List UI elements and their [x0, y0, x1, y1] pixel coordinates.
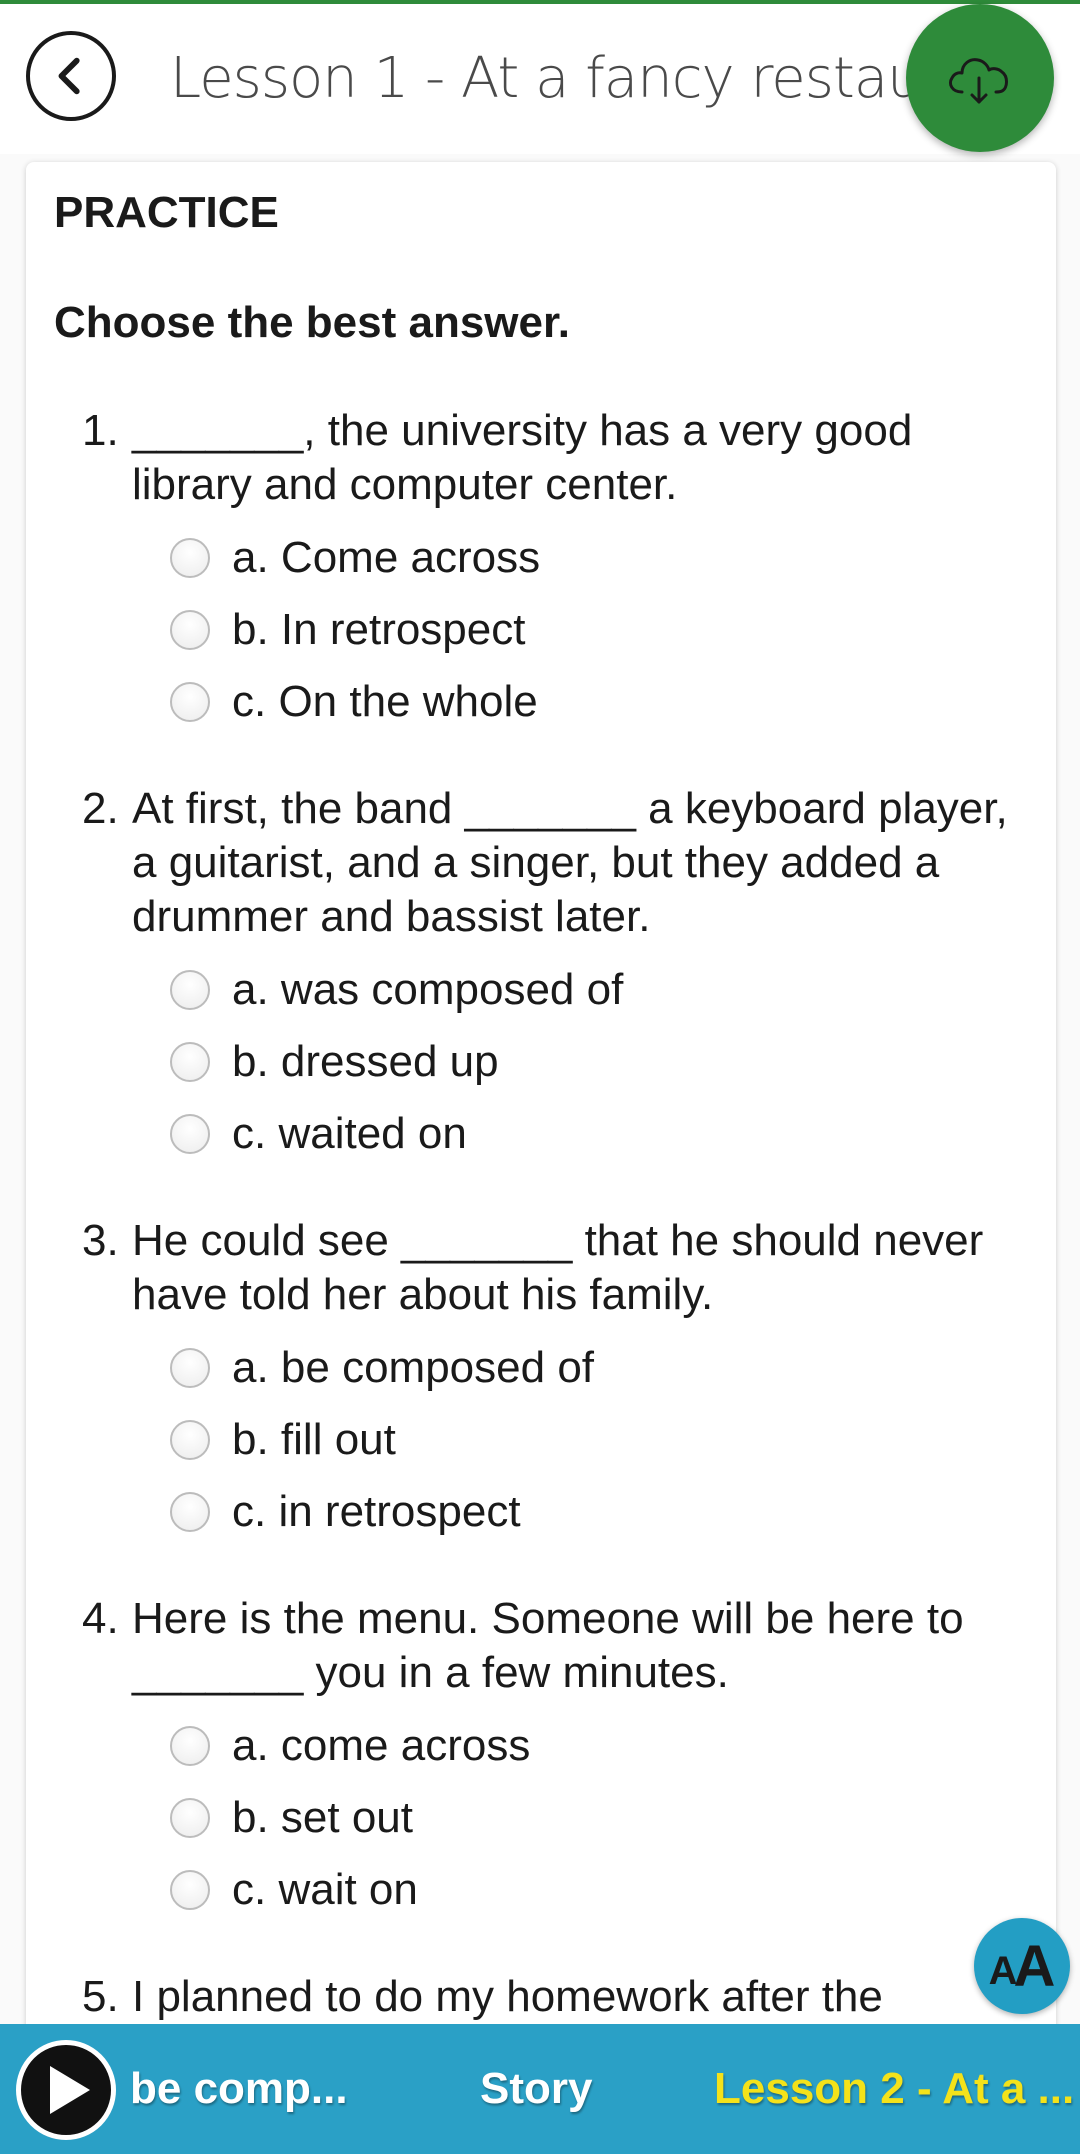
question-prompt: _______, the university has a very good …	[132, 406, 913, 509]
option-c[interactable]: c. wait on	[82, 1854, 1032, 1926]
option-label: b. dressed up	[232, 1037, 499, 1086]
current-vocab-item[interactable]: be comp...	[130, 2064, 348, 2114]
radio-button[interactable]	[170, 1114, 210, 1154]
option-label: c. waited on	[232, 1109, 467, 1158]
font-size-large-a: A	[1013, 1933, 1056, 1999]
option-label: c. in retrospect	[232, 1487, 521, 1536]
question-number: 3.	[82, 1216, 119, 1265]
instruction-text: Choose the best answer.	[54, 298, 570, 347]
radio-button[interactable]	[170, 610, 210, 650]
radio-button[interactable]	[170, 1348, 210, 1388]
option-label: a. Come across	[232, 533, 541, 582]
back-button[interactable]	[26, 31, 116, 121]
option-b[interactable]: b. set out	[82, 1782, 1032, 1854]
option-label: b. In retrospect	[232, 605, 526, 654]
option-label: c. wait on	[232, 1865, 418, 1914]
option-a[interactable]: a. come across	[82, 1710, 1032, 1782]
option-label: a. come across	[232, 1721, 531, 1770]
cloud-download-icon	[948, 58, 1008, 104]
question-number: 2.	[82, 784, 119, 833]
option-b[interactable]: b. In retrospect	[82, 594, 1032, 666]
radio-button[interactable]	[170, 538, 210, 578]
radio-button[interactable]	[170, 1492, 210, 1532]
question-text: 4. Here is the menu. Someone will be her…	[82, 1592, 1032, 1700]
question-3: 3. He could see _______ that he should n…	[82, 1214, 1032, 1548]
options-list: a. be composed of b. fill out c. in retr…	[82, 1332, 1032, 1548]
play-button[interactable]	[16, 2040, 116, 2140]
radio-button[interactable]	[170, 1420, 210, 1460]
question-prompt: I planned to do my homework after the	[132, 1972, 883, 2021]
next-lesson-link[interactable]: Lesson 2 - At a ...	[714, 2064, 1080, 2114]
option-c[interactable]: c. On the whole	[82, 666, 1032, 738]
options-list: a. was composed of b. dressed up c. wait…	[82, 954, 1032, 1170]
options-list: a. come across b. set out c. wait on	[82, 1710, 1032, 1926]
question-prompt: At first, the band _______ a keyboard pl…	[132, 784, 1008, 941]
chevron-left-icon	[58, 57, 80, 95]
question-prompt: Here is the menu. Someone will be here t…	[132, 1594, 964, 1697]
story-tab[interactable]: Story	[480, 2064, 592, 2114]
question-number: 5.	[82, 1972, 119, 2021]
option-a[interactable]: a. Come across	[82, 522, 1032, 594]
download-button[interactable]	[906, 4, 1054, 152]
question-1: 1. _______, the university has a very go…	[82, 404, 1032, 738]
question-4: 4. Here is the menu. Someone will be her…	[82, 1592, 1032, 1926]
option-label: b. set out	[232, 1793, 414, 1842]
question-text: 5. I planned to do my homework after the	[82, 1970, 1032, 2024]
question-text: 2. At first, the band _______ a keyboard…	[82, 782, 1032, 944]
option-b[interactable]: b. dressed up	[82, 1026, 1032, 1098]
question-5: 5. I planned to do my homework after the	[82, 1970, 1032, 2024]
page-title: Lesson 1 - At a fancy restaura	[170, 46, 910, 111]
option-label: b. fill out	[232, 1415, 396, 1464]
radio-button[interactable]	[170, 1042, 210, 1082]
font-size-button[interactable]: A A	[974, 1918, 1070, 2014]
section-title: PRACTICE	[54, 188, 279, 237]
bottom-navigation-bar: be comp... Story Lesson 2 - At a ...	[0, 2024, 1080, 2154]
option-a[interactable]: a. be composed of	[82, 1332, 1032, 1404]
option-label: a. be composed of	[232, 1343, 595, 1392]
radio-button[interactable]	[170, 1870, 210, 1910]
radio-button[interactable]	[170, 970, 210, 1010]
option-label: c. On the whole	[232, 677, 538, 726]
option-c[interactable]: c. waited on	[82, 1098, 1032, 1170]
play-icon	[50, 2066, 90, 2114]
question-number: 4.	[82, 1594, 119, 1643]
question-2: 2. At first, the band _______ a keyboard…	[82, 782, 1032, 1170]
radio-button[interactable]	[170, 1726, 210, 1766]
radio-button[interactable]	[170, 1798, 210, 1838]
option-a[interactable]: a. was composed of	[82, 954, 1032, 1026]
question-prompt: He could see _______ that he should neve…	[132, 1216, 984, 1319]
option-c[interactable]: c. in retrospect	[82, 1476, 1032, 1548]
question-number: 1.	[82, 406, 119, 455]
question-text: 3. He could see _______ that he should n…	[82, 1214, 1032, 1322]
option-label: a. was composed of	[232, 965, 624, 1014]
lesson-screen: Lesson 1 - At a fancy restaura PRACTICE …	[0, 0, 1080, 2154]
options-list: a. Come across b. In retrospect c. On th…	[82, 522, 1032, 738]
question-text: 1. _______, the university has a very go…	[82, 404, 1032, 512]
option-b[interactable]: b. fill out	[82, 1404, 1032, 1476]
radio-button[interactable]	[170, 682, 210, 722]
practice-card: PRACTICE Choose the best answer. 1. ____…	[26, 162, 1056, 2042]
